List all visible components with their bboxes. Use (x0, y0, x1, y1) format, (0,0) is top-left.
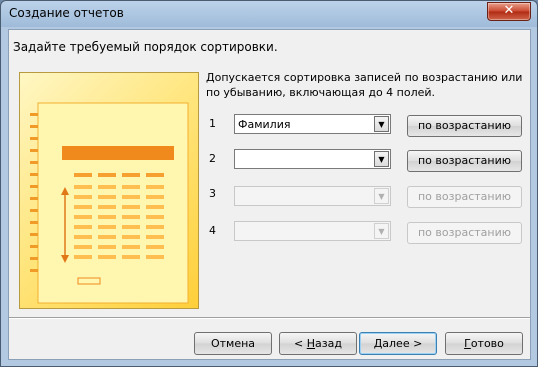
finish-button[interactable]: Готово (445, 332, 523, 355)
back-button[interactable]: < Назад (279, 332, 357, 355)
window-title: Создание отчетов (9, 6, 124, 20)
chevron-down-icon[interactable]: ▼ (374, 116, 389, 132)
next-button[interactable]: Далее > (359, 332, 437, 355)
sort-row-3-number: 3 (209, 187, 216, 200)
close-button[interactable]: ✕ (487, 2, 531, 21)
cancel-button[interactable]: Отмена (194, 332, 272, 355)
sort-field-4-combo: ▼ (234, 221, 391, 241)
finish-button-hotkey: Г (464, 337, 471, 350)
sort-field-3-combo: ▼ (234, 186, 391, 206)
sort-order-1-button[interactable]: по возрастанию (407, 115, 522, 137)
sort-field-1-value: Фамилия (238, 118, 291, 131)
sort-description: Допускается сортировка записей по возрас… (206, 71, 523, 99)
sort-field-2-combo[interactable]: ▼ (234, 149, 391, 169)
sort-order-3-button: по возрастанию (407, 186, 522, 208)
finish-button-rest: отово (470, 337, 504, 350)
next-button-hotkey: Д (373, 337, 383, 350)
footer-separator (9, 317, 530, 319)
chevron-down-icon: ▼ (374, 223, 389, 239)
report-preview-icon (30, 102, 189, 304)
back-button-hotkey: Н (306, 337, 316, 350)
back-button-rest: азад (315, 337, 342, 350)
sort-field-1-combo[interactable]: Фамилия ▼ (234, 114, 391, 134)
sort-order-2-button[interactable]: по возрастанию (407, 150, 522, 172)
sort-row-2-number: 2 (209, 152, 216, 165)
title-bar[interactable]: Создание отчетов ✕ (1, 1, 537, 28)
report-wizard-window: Создание отчетов ✕ Задайте требуемый пор… (0, 0, 538, 367)
chevron-down-icon: ▼ (374, 188, 389, 204)
report-illustration (19, 72, 199, 309)
step-heading: Задайте требуемый порядок сортировки. (13, 40, 278, 54)
sort-order-4-button: по возрастанию (407, 222, 522, 244)
next-button-rest: алее > (382, 337, 423, 350)
sort-row-1-number: 1 (209, 117, 216, 130)
back-button-prefix: < (294, 337, 307, 350)
wizard-client-area: Задайте требуемый порядок сортировки. До… (8, 29, 531, 360)
sort-row-4-number: 4 (209, 224, 216, 237)
chevron-down-icon[interactable]: ▼ (374, 151, 389, 167)
